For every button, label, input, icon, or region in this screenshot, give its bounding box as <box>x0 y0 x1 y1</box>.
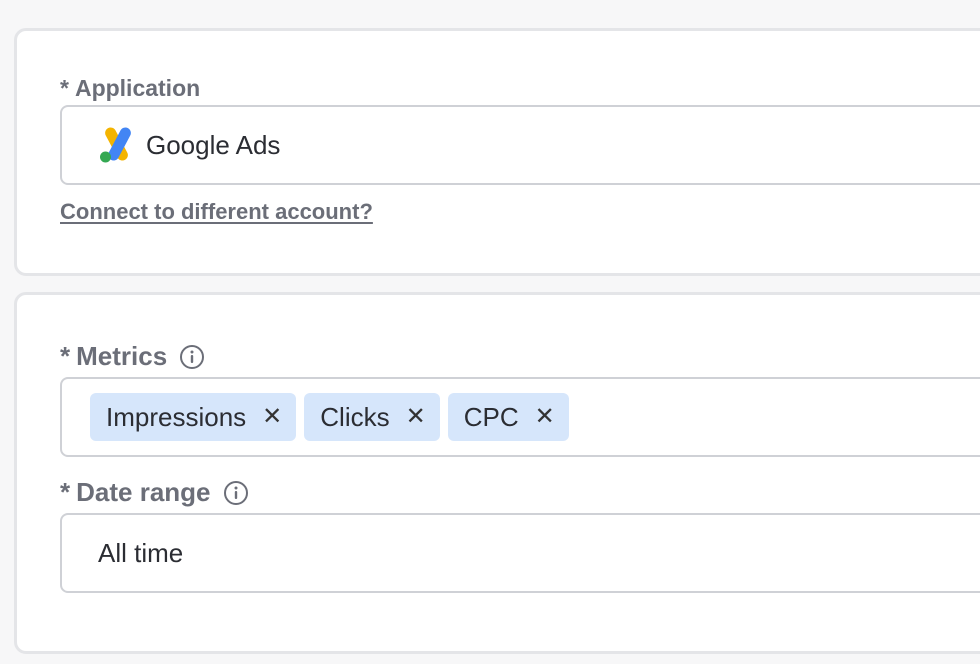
info-icon[interactable] <box>223 480 249 506</box>
metric-tag: Impressions ✕ <box>90 393 297 441</box>
required-asterisk: * <box>60 75 69 101</box>
date-range-select[interactable]: All time <box>60 513 980 593</box>
metrics-label-text: Metrics <box>76 341 168 371</box>
metric-tag-label: Impressions <box>106 401 247 432</box>
required-asterisk: * <box>60 477 71 507</box>
metric-tag-label: CPC <box>463 401 519 432</box>
application-label-text: Application <box>74 75 201 101</box>
metric-tag-label: Clicks <box>320 401 390 432</box>
google-ads-logo-icon <box>98 125 138 165</box>
application-select[interactable]: Google Ads <box>60 105 980 185</box>
application-value: Google Ads <box>62 125 280 165</box>
remove-tag-icon[interactable]: ✕ <box>406 405 426 429</box>
remove-tag-icon[interactable]: ✕ <box>535 405 555 429</box>
date-range-label-text: Date range <box>76 477 211 507</box>
metrics-label: * Metrics <box>60 341 205 372</box>
metrics-card: * Metrics Impressions ✕ Clicks ✕ CPC ✕ *… <box>14 292 980 654</box>
metric-tag: Clicks ✕ <box>304 393 440 441</box>
date-range-value: All time <box>98 537 184 568</box>
metric-tag: CPC ✕ <box>447 393 569 441</box>
required-asterisk: * <box>60 341 71 371</box>
application-label: * Application <box>60 75 200 102</box>
info-icon[interactable] <box>179 344 205 370</box>
application-card: * Application Google Ads Connect to diff… <box>14 28 980 276</box>
application-value-text: Google Ads <box>146 129 281 160</box>
connect-different-account-link[interactable]: Connect to different account? <box>60 199 373 225</box>
metrics-tag-list: Impressions ✕ Clicks ✕ CPC ✕ <box>62 393 569 441</box>
date-range-label: * Date range <box>60 477 249 508</box>
metrics-multiselect[interactable]: Impressions ✕ Clicks ✕ CPC ✕ <box>60 377 980 457</box>
remove-tag-icon[interactable]: ✕ <box>262 405 282 429</box>
